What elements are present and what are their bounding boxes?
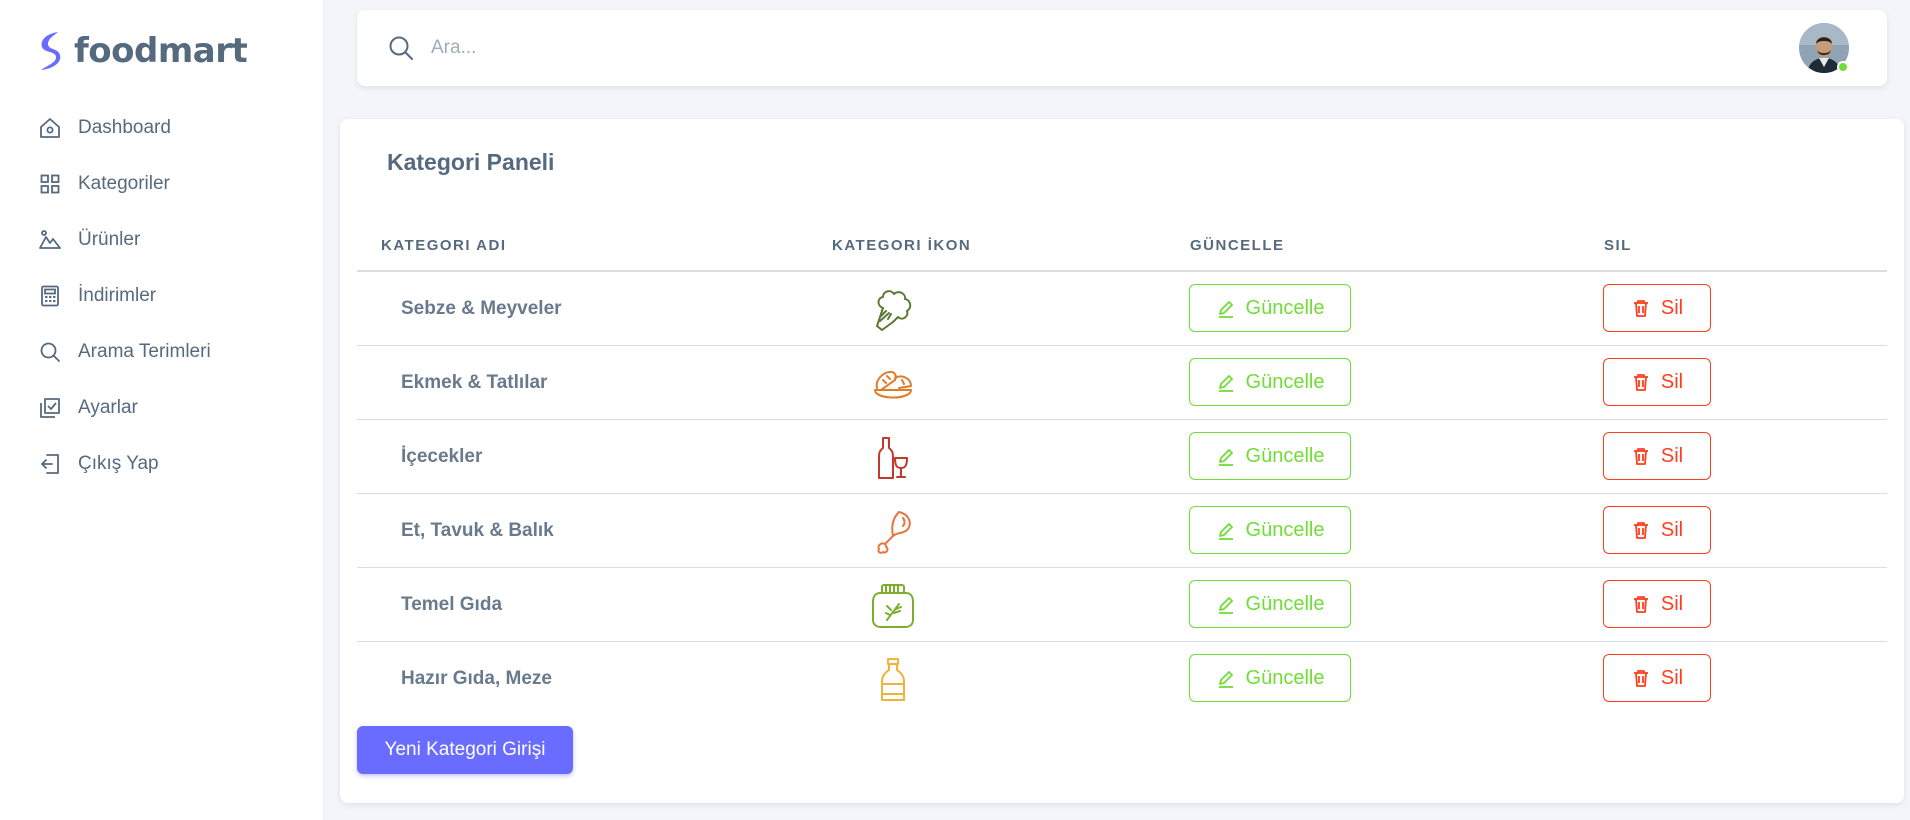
delete-button[interactable]: Sil bbox=[1603, 654, 1711, 702]
trash-icon bbox=[1631, 668, 1651, 688]
delete-button[interactable]: Sil bbox=[1603, 580, 1711, 628]
search-icon bbox=[38, 340, 62, 364]
category-name: Et, Tavuk & Balık bbox=[401, 520, 554, 541]
sidebar-menu: Dashboard Kategoriler Ürünler İndirimler… bbox=[38, 100, 211, 492]
home-icon bbox=[38, 116, 62, 140]
update-button-label: Güncelle bbox=[1245, 444, 1325, 467]
page-title: Kategori Paneli bbox=[387, 149, 555, 175]
pencil-icon bbox=[1216, 594, 1236, 614]
table-row: Et, Tavuk & Balık Güncelle Sil bbox=[357, 494, 1887, 568]
chicken-leg-icon bbox=[869, 508, 917, 556]
jar-icon bbox=[869, 582, 917, 630]
trash-icon bbox=[1631, 372, 1651, 392]
delete-button-label: Sil bbox=[1660, 444, 1684, 467]
search-icon[interactable] bbox=[387, 34, 415, 62]
trash-icon bbox=[1631, 298, 1651, 318]
column-header-icon: KATEGORI İKON bbox=[832, 237, 972, 254]
sidebar-item-label: Ürünler bbox=[78, 229, 141, 250]
search-input[interactable] bbox=[431, 28, 1231, 68]
foodmart-logo-icon bbox=[41, 32, 61, 70]
table-row: Hazır Gıda, Meze Güncelle Sil bbox=[357, 642, 1887, 716]
category-table: KATEGORI ADI KATEGORI İKON GÜNCELLE SIL … bbox=[357, 215, 1887, 716]
table-header: KATEGORI ADI KATEGORI İKON GÜNCELLE SIL bbox=[357, 215, 1887, 272]
category-name: Sebze & Meyveler bbox=[401, 298, 562, 319]
update-button[interactable]: Güncelle bbox=[1189, 506, 1351, 554]
logout-icon bbox=[38, 452, 62, 476]
update-button[interactable]: Güncelle bbox=[1189, 580, 1351, 628]
sidebar-item-urunler[interactable]: Ürünler bbox=[38, 212, 211, 268]
delete-button-label: Sil bbox=[1660, 296, 1684, 319]
avatar[interactable] bbox=[1799, 23, 1849, 73]
category-name: Hazır Gıda, Meze bbox=[401, 668, 552, 689]
sidebar-item-dashboard[interactable]: Dashboard bbox=[38, 100, 211, 156]
new-category-button[interactable]: Yeni Kategori Girişi bbox=[357, 726, 573, 774]
trash-icon bbox=[1631, 594, 1651, 614]
delete-button-label: Sil bbox=[1660, 666, 1684, 689]
delete-button[interactable]: Sil bbox=[1603, 432, 1711, 480]
trash-icon bbox=[1631, 446, 1651, 466]
update-button-label: Güncelle bbox=[1245, 296, 1325, 319]
column-header-name: KATEGORI ADI bbox=[381, 237, 507, 254]
update-button[interactable]: Güncelle bbox=[1189, 432, 1351, 480]
delete-button-label: Sil bbox=[1660, 592, 1684, 615]
pencil-icon bbox=[1216, 298, 1236, 318]
brand-name: foodmart bbox=[74, 31, 248, 71]
column-header-delete: SIL bbox=[1604, 237, 1632, 254]
delete-button[interactable]: Sil bbox=[1603, 284, 1711, 332]
sidebar-item-indirimler[interactable]: İndirimler bbox=[38, 268, 211, 324]
sidebar: foodmart Dashboard Kategoriler Ürünler İ… bbox=[0, 0, 324, 820]
update-button[interactable]: Güncelle bbox=[1189, 358, 1351, 406]
pencil-icon bbox=[1216, 668, 1236, 688]
delete-button-label: Sil bbox=[1660, 370, 1684, 393]
landscape-icon bbox=[38, 228, 62, 252]
update-button[interactable]: Güncelle bbox=[1189, 284, 1351, 332]
sidebar-item-cikis-yap[interactable]: Çıkış Yap bbox=[38, 436, 211, 492]
table-row: Ekmek & Tatlılar Güncelle Sil bbox=[357, 346, 1887, 420]
update-button-label: Güncelle bbox=[1245, 592, 1325, 615]
update-button-label: Güncelle bbox=[1245, 518, 1325, 541]
column-header-update: GÜNCELLE bbox=[1190, 237, 1285, 254]
bread-icon bbox=[869, 360, 917, 408]
category-name: Ekmek & Tatlılar bbox=[401, 372, 548, 393]
trash-icon bbox=[1631, 520, 1651, 540]
delete-button[interactable]: Sil bbox=[1603, 358, 1711, 406]
sidebar-item-label: Çıkış Yap bbox=[78, 453, 159, 474]
bottle-icon bbox=[869, 656, 917, 704]
calculator-icon bbox=[38, 284, 62, 308]
sidebar-item-label: Arama Terimleri bbox=[78, 341, 211, 362]
broccoli-icon bbox=[869, 286, 917, 334]
table-row: İçecekler Güncelle Sil bbox=[357, 420, 1887, 494]
pencil-icon bbox=[1216, 372, 1236, 392]
delete-button[interactable]: Sil bbox=[1603, 506, 1711, 554]
delete-button-label: Sil bbox=[1660, 518, 1684, 541]
sidebar-item-label: Dashboard bbox=[78, 117, 171, 138]
sidebar-item-ayarlar[interactable]: Ayarlar bbox=[38, 380, 211, 436]
update-button-label: Güncelle bbox=[1245, 370, 1325, 393]
table-row: Sebze & Meyveler Güncelle Sil bbox=[357, 272, 1887, 346]
sidebar-item-kategoriler[interactable]: Kategoriler bbox=[38, 156, 211, 212]
pencil-icon bbox=[1216, 446, 1236, 466]
brand[interactable]: foodmart bbox=[36, 30, 248, 72]
sidebar-item-label: İndirimler bbox=[78, 285, 157, 306]
sidebar-item-label: Ayarlar bbox=[78, 397, 138, 418]
wine-icon bbox=[869, 434, 917, 482]
check-square-icon bbox=[38, 396, 62, 420]
online-status-badge bbox=[1837, 61, 1849, 73]
sidebar-item-arama-terimleri[interactable]: Arama Terimleri bbox=[38, 324, 211, 380]
top-bar bbox=[357, 10, 1887, 86]
pencil-icon bbox=[1216, 520, 1236, 540]
category-name: İçecekler bbox=[401, 446, 483, 467]
category-name: Temel Gıda bbox=[401, 594, 503, 615]
table-row: Temel Gıda Güncelle Sil bbox=[357, 568, 1887, 642]
update-button[interactable]: Güncelle bbox=[1189, 654, 1351, 702]
grid-icon bbox=[38, 172, 62, 196]
category-panel-card: Kategori Paneli KATEGORI ADI KATEGORI İK… bbox=[340, 119, 1904, 803]
sidebar-item-label: Kategoriler bbox=[78, 173, 170, 194]
update-button-label: Güncelle bbox=[1245, 666, 1325, 689]
